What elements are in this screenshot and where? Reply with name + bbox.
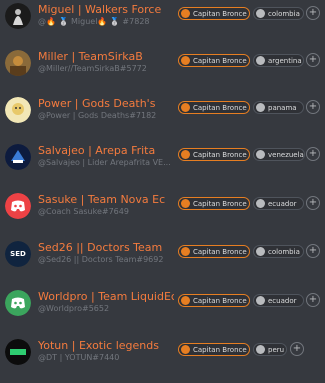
svg-text:SED: SED (10, 250, 26, 258)
country-role-pill[interactable]: ecuador (253, 197, 304, 210)
member-row[interactable]: Yotun | Exotic legends @DT | YOTUN#7440 … (0, 336, 325, 383)
member-handle: @🔥 🥈 Miguel🔥 🥈 #7828 (38, 17, 150, 26)
role-label: Capitan Bronce (193, 150, 247, 159)
member-handle: @Sed26 || Doctors Team#9692 (38, 255, 164, 264)
country-role-pill[interactable]: colombia (253, 245, 304, 258)
role-pill[interactable]: Capitan Bronce (178, 245, 250, 258)
country-role-pill[interactable]: colombia (253, 7, 304, 20)
plus-icon: + (308, 54, 318, 65)
role-color-dot (181, 103, 190, 112)
add-role-button[interactable]: + (290, 342, 304, 356)
sed-logo-avatar[interactable]: SED (5, 241, 31, 267)
role-color-dot (181, 296, 190, 305)
blue-logo-avatar[interactable] (5, 144, 31, 170)
role-color-dot (181, 199, 190, 208)
role-color-dot (256, 9, 265, 18)
role-pill[interactable]: Capitan Bronce (178, 294, 250, 307)
country-label: colombia (268, 247, 300, 256)
role-color-dot (181, 9, 190, 18)
cartoon-avatar[interactable] (5, 97, 31, 123)
add-role-button[interactable]: + (306, 100, 320, 114)
member-name[interactable]: Miller | TeamSirkaB (38, 50, 174, 63)
role-color-dot (181, 247, 190, 256)
plus-icon: + (308, 7, 318, 18)
plus-icon: + (308, 197, 318, 208)
plus-icon: + (292, 343, 302, 354)
member-name[interactable]: Sasuke | Team Nova Ec (38, 193, 174, 206)
member-row[interactable]: Worldpro | Team LiquidEc @Worldpro#5652 … (0, 287, 325, 334)
member-handle: @DT | YOTUN#7440 (38, 353, 120, 362)
country-role-pill[interactable]: ecuador (253, 294, 304, 307)
role-label: Capitan Bronce (193, 345, 247, 354)
country-role-pill[interactable]: peru (253, 343, 287, 356)
country-label: peru (268, 345, 285, 354)
add-role-button[interactable]: + (306, 6, 320, 20)
role-color-dot (256, 199, 265, 208)
member-name[interactable]: Miguel | Walkers Force (38, 3, 174, 16)
member-row[interactable]: Salvajeo | Arepa Frita @Salvajeo | Lider… (0, 141, 325, 188)
country-role-pill[interactable]: venezuela (253, 148, 305, 161)
add-role-button[interactable]: + (306, 244, 320, 258)
beach-photo-avatar[interactable] (5, 50, 31, 76)
role-label: Capitan Bronce (193, 296, 247, 305)
plus-icon: + (308, 101, 318, 112)
member-handle: @Coach Sasuke#7649 (38, 207, 129, 216)
role-color-dot (181, 150, 190, 159)
fire-figure-avatar[interactable] (5, 3, 31, 29)
member-row[interactable]: Power | Gods Death's @Power | Gods Death… (0, 94, 325, 141)
role-color-dot (256, 296, 265, 305)
role-pill[interactable]: Capitan Bronce (178, 148, 250, 161)
role-label: Capitan Bronce (193, 103, 247, 112)
member-row[interactable]: Miller | TeamSirkaB @Miller//TeamSirkaB#… (0, 47, 325, 94)
country-label: argentina (268, 56, 302, 65)
country-role-pill[interactable]: panama (253, 101, 304, 114)
member-name[interactable]: Yotun | Exotic legends (38, 339, 174, 352)
role-color-dot (181, 345, 190, 354)
role-label: Capitan Bronce (193, 56, 247, 65)
member-handle: @Salvajeo | Lider Arepafrita VE... (38, 158, 171, 167)
member-name[interactable]: Salvajeo | Arepa Frita (38, 144, 174, 157)
member-name[interactable]: Sed26 || Doctors Team (38, 241, 174, 254)
add-role-button[interactable]: + (306, 196, 320, 210)
role-label: Capitan Bronce (193, 9, 247, 18)
plus-icon: + (308, 148, 318, 159)
role-label: Capitan Bronce (193, 199, 247, 208)
role-color-dot (256, 56, 265, 65)
plus-icon: + (308, 245, 318, 256)
role-label: Capitan Bronce (193, 247, 247, 256)
add-role-button[interactable]: + (306, 147, 320, 161)
role-color-dot (256, 247, 265, 256)
country-label: venezuela (268, 150, 304, 159)
member-handle: @Power | Gods Deaths#7182 (38, 111, 157, 120)
plus-icon: + (308, 294, 318, 305)
country-role-pill[interactable]: argentina (253, 54, 304, 67)
member-row[interactable]: Miguel | Walkers Force @🔥 🥈 Miguel🔥 🥈 #7… (0, 0, 325, 47)
country-label: ecuador (268, 296, 297, 305)
discord-default-avatar[interactable] (5, 290, 31, 316)
role-pill[interactable]: Capitan Bronce (178, 197, 250, 210)
country-label: colombia (268, 9, 300, 18)
discord-default-avatar[interactable] (5, 193, 31, 219)
country-label: ecuador (268, 199, 297, 208)
member-row[interactable]: SED Sed26 || Doctors Team @Sed26 || Doct… (0, 238, 325, 285)
role-pill[interactable]: Capitan Bronce (178, 101, 250, 114)
add-role-button[interactable]: + (306, 53, 320, 67)
member-handle: @Worldpro#5652 (38, 304, 110, 313)
member-handle: @Miller//TeamSirkaB#5772 (38, 64, 147, 73)
role-color-dot (256, 150, 265, 159)
member-name[interactable]: Worldpro | Team LiquidEc (38, 290, 174, 303)
role-color-dot (256, 345, 265, 354)
country-label: panama (268, 103, 297, 112)
role-pill[interactable]: Capitan Bronce (178, 343, 250, 356)
role-color-dot (181, 56, 190, 65)
role-pill[interactable]: Capitan Bronce (178, 7, 250, 20)
role-pill[interactable]: Capitan Bronce (178, 54, 250, 67)
dark-logo-avatar[interactable] (5, 339, 31, 365)
add-role-button[interactable]: + (306, 293, 320, 307)
member-row[interactable]: Sasuke | Team Nova Ec @Coach Sasuke#7649… (0, 190, 325, 237)
member-name[interactable]: Power | Gods Death's (38, 97, 174, 110)
role-color-dot (256, 103, 265, 112)
